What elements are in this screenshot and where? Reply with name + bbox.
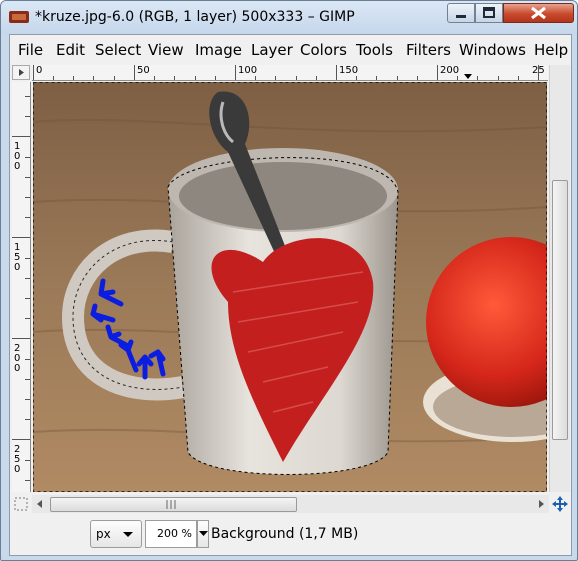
ruler-top-label: 200 <box>440 65 460 76</box>
scroll-left-icon[interactable] <box>35 499 45 509</box>
maximize-icon <box>483 7 495 18</box>
zoom-dropdown-button[interactable] <box>197 520 209 548</box>
menu-image[interactable]: Image <box>195 41 242 59</box>
ruler-menu-button[interactable] <box>12 65 30 80</box>
ruler-left-label: 250 <box>14 444 21 475</box>
layer-info: Background (1,7 MB) <box>211 526 359 542</box>
menu-edit[interactable]: Edit <box>56 41 85 59</box>
ruler-left-label: 100 <box>14 141 21 172</box>
image-window-client: File Edit Select View Image Layer Colors… <box>9 34 572 556</box>
menu-help[interactable]: Help <box>534 41 568 59</box>
horizontal-scrollbar[interactable] <box>32 495 549 513</box>
quick-mask-icon <box>14 497 28 511</box>
title-bar[interactable]: *kruze.jpg-6.0 (RGB, 1 layer) 500x333 – … <box>1 1 577 34</box>
menu-layer[interactable]: Layer <box>251 41 293 59</box>
unit-value: px <box>96 527 111 541</box>
maximize-button[interactable] <box>475 3 503 23</box>
menu-bar: File Edit Select View Image Layer Colors… <box>10 39 571 59</box>
window-title: *kruze.jpg-6.0 (RGB, 1 layer) 500x333 – … <box>35 9 355 25</box>
image-canvas[interactable] <box>33 82 547 492</box>
zoom-input[interactable]: 200 % <box>145 520 197 548</box>
minimize-icon <box>456 15 466 18</box>
zoom-value: 200 % <box>157 527 192 540</box>
menu-view[interactable]: View <box>148 41 184 59</box>
menu-select[interactable]: Select <box>95 41 141 59</box>
gimp-app-icon <box>9 11 29 23</box>
menu-windows[interactable]: Windows <box>459 41 526 59</box>
vertical-scrollbar[interactable] <box>549 65 570 492</box>
status-bar: px 200 % Background (1,7 MB) <box>10 518 571 552</box>
quick-mask-button[interactable] <box>12 495 30 513</box>
horizontal-ruler-ticks <box>33 65 539 80</box>
ruler-top-label: 100 <box>238 65 258 76</box>
menu-filters[interactable]: Filters <box>406 41 451 59</box>
chevron-down-icon <box>123 532 133 537</box>
gimp-window: *kruze.jpg-6.0 (RGB, 1 layer) 500x333 – … <box>0 0 578 561</box>
menu-colors[interactable]: Colors <box>300 41 347 59</box>
photo-mug-with-heart <box>33 82 547 492</box>
vertical-scroll-thumb[interactable] <box>552 180 568 440</box>
menu-tools[interactable]: Tools <box>356 41 393 59</box>
vertical-ruler[interactable]: 100 150 200 250 <box>12 82 31 492</box>
unit-select[interactable]: px <box>90 520 142 548</box>
navigate-button[interactable] <box>551 495 569 513</box>
scroll-right-icon[interactable] <box>536 499 546 509</box>
navigate-icon <box>552 496 568 512</box>
horizontal-ruler[interactable]: 0 50 100 150 200 25 <box>32 65 548 81</box>
close-icon <box>531 6 546 20</box>
ruler-top-label: 0 <box>36 65 43 76</box>
chevron-down-icon <box>199 531 208 536</box>
ruler-left-label: 200 <box>14 343 21 374</box>
close-button[interactable] <box>503 3 574 23</box>
ruler-left-label: 150 <box>14 242 21 273</box>
ruler-menu-icon <box>19 69 24 76</box>
ruler-top-label: 50 <box>137 65 150 76</box>
grip-icon <box>166 500 176 509</box>
minimize-button[interactable] <box>447 3 475 23</box>
horizontal-scroll-thumb[interactable] <box>50 497 297 512</box>
ruler-top-label: 25 <box>532 65 545 76</box>
menu-file[interactable]: File <box>18 41 43 59</box>
ruler-top-label: 150 <box>339 65 359 76</box>
